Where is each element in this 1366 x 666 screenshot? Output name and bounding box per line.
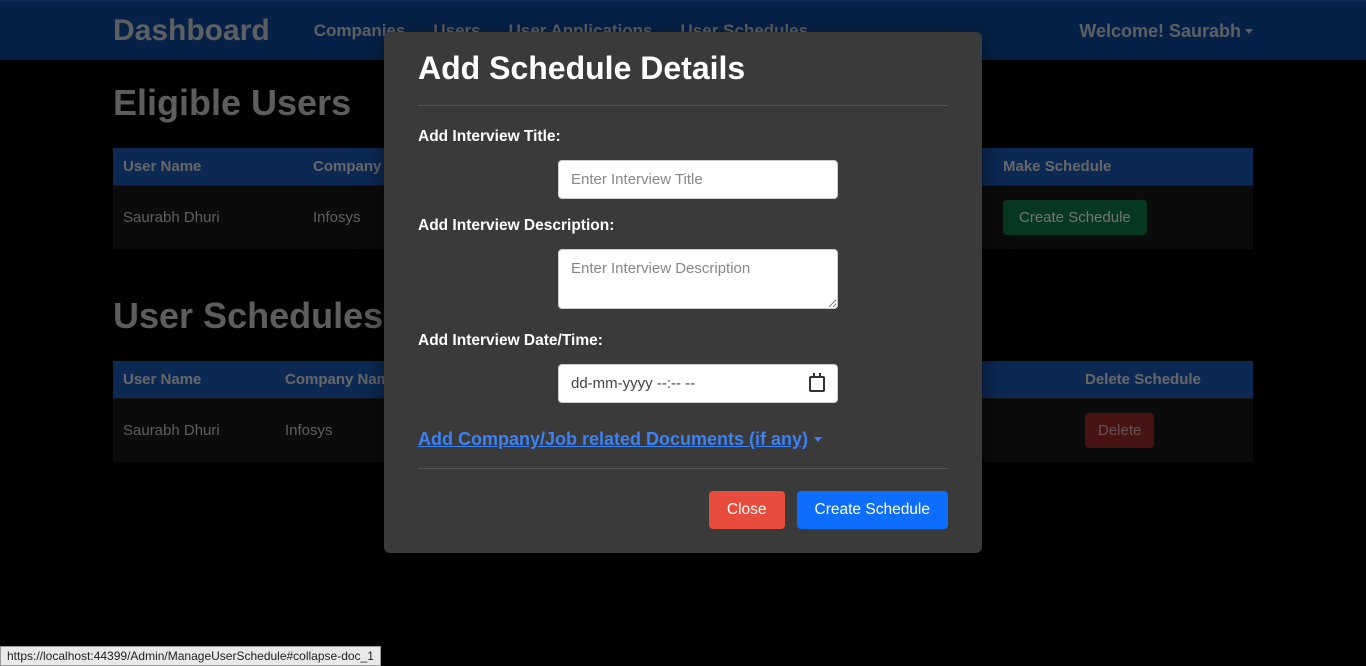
interview-description-input[interactable] <box>558 249 838 309</box>
modal-footer: Close Create Schedule <box>418 468 948 529</box>
status-bar: https://localhost:44399/Admin/ManageUser… <box>0 646 381 666</box>
add-documents-text: Add Company/Job related Documents (if an… <box>418 429 808 450</box>
modal-title: Add Schedule Details <box>418 50 948 87</box>
chevron-down-icon <box>814 437 822 442</box>
label-interview-title: Add Interview Title: <box>418 128 948 146</box>
label-interview-datetime: Add Interview Date/Time: <box>418 332 948 350</box>
datetime-value: dd-mm-yyyy --:-- -- <box>571 375 695 392</box>
close-button[interactable]: Close <box>709 491 785 529</box>
interview-datetime-input[interactable]: dd-mm-yyyy --:-- -- <box>558 364 838 403</box>
add-schedule-modal: Add Schedule Details Add Interview Title… <box>384 32 982 553</box>
label-interview-description: Add Interview Description: <box>418 217 948 235</box>
add-documents-link[interactable]: Add Company/Job related Documents (if an… <box>418 429 822 450</box>
divider <box>418 105 948 106</box>
interview-title-input[interactable] <box>558 160 838 199</box>
create-schedule-submit-button[interactable]: Create Schedule <box>797 491 948 529</box>
calendar-icon <box>809 376 825 392</box>
